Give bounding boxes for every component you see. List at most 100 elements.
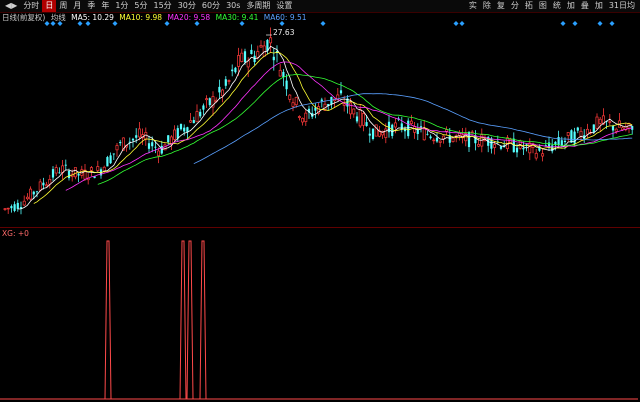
candle (454, 134, 458, 143)
signal-marker (453, 21, 459, 26)
candle (598, 116, 602, 132)
signal-marker (112, 21, 118, 26)
candle (48, 174, 52, 189)
candle (330, 96, 333, 109)
ma5-line (17, 45, 633, 210)
candle (131, 137, 135, 148)
candle (157, 147, 161, 164)
candle (202, 103, 205, 116)
candle (173, 125, 177, 143)
candle (109, 152, 112, 164)
candle (179, 123, 183, 131)
xg-spike (104, 240, 112, 400)
candle (42, 177, 45, 190)
candle (266, 38, 269, 55)
candle (573, 127, 576, 146)
candle (301, 117, 305, 126)
candle (218, 79, 221, 99)
candle (566, 132, 570, 143)
candle (16, 199, 19, 212)
candle (611, 124, 615, 138)
candle (595, 113, 599, 130)
candle (409, 114, 413, 126)
candle (64, 159, 67, 171)
candle (541, 148, 545, 162)
candle (144, 127, 148, 146)
candle (54, 164, 58, 177)
signal-marker (77, 21, 83, 26)
candle (314, 103, 317, 119)
signal-marker (279, 21, 285, 26)
candle (445, 126, 449, 136)
candle (25, 193, 29, 201)
candle (250, 44, 253, 55)
candle (189, 113, 193, 124)
candle (438, 140, 442, 148)
candle (192, 116, 195, 124)
candle (83, 164, 87, 181)
candle (115, 143, 119, 157)
candle (195, 104, 199, 123)
ma10-line (33, 51, 633, 204)
candle (579, 126, 583, 141)
candle (262, 41, 266, 57)
signal-marker (194, 21, 200, 26)
candle (467, 131, 471, 153)
candle (576, 126, 579, 134)
signal-marker (44, 21, 50, 26)
candle (291, 98, 295, 112)
signal-marker (85, 21, 91, 26)
candle (339, 81, 343, 96)
signal-marker (572, 21, 578, 26)
candle (119, 139, 122, 146)
candle (470, 129, 474, 134)
signal-marker (164, 21, 170, 26)
candle (3, 208, 7, 211)
candle (323, 97, 327, 111)
candle (169, 135, 173, 151)
candle (29, 186, 33, 201)
candle (407, 118, 410, 139)
candle (45, 181, 49, 187)
candle (352, 108, 356, 118)
candle (368, 127, 371, 143)
candle (224, 76, 227, 89)
candle (585, 123, 589, 139)
candle (227, 79, 231, 85)
candle (278, 64, 282, 77)
candle (234, 66, 237, 74)
candle (77, 172, 80, 183)
candle (51, 166, 55, 181)
candle (589, 129, 593, 135)
candle (6, 207, 10, 214)
candle (22, 195, 26, 207)
xg-spike (199, 240, 207, 400)
candle (112, 153, 115, 160)
candle (429, 134, 432, 140)
candle (416, 123, 419, 141)
candle (304, 109, 308, 126)
candle (426, 130, 429, 136)
candle (432, 137, 436, 145)
candle (422, 119, 426, 141)
candle (327, 103, 330, 110)
candle (387, 114, 391, 138)
candle (147, 135, 151, 154)
candle (570, 129, 573, 143)
candle (583, 129, 586, 143)
candle (61, 159, 65, 180)
candle (522, 141, 525, 156)
candle (551, 139, 554, 154)
candle (231, 64, 234, 77)
candle (106, 155, 109, 167)
signal-marker (320, 21, 326, 26)
candle (413, 122, 417, 139)
candle (419, 120, 423, 133)
kline-chart[interactable] (0, 0, 640, 402)
candle (311, 106, 314, 119)
candle (269, 27, 273, 53)
candle (199, 108, 202, 119)
candle (435, 132, 439, 143)
candle (13, 201, 16, 213)
signal-marker (50, 21, 56, 26)
